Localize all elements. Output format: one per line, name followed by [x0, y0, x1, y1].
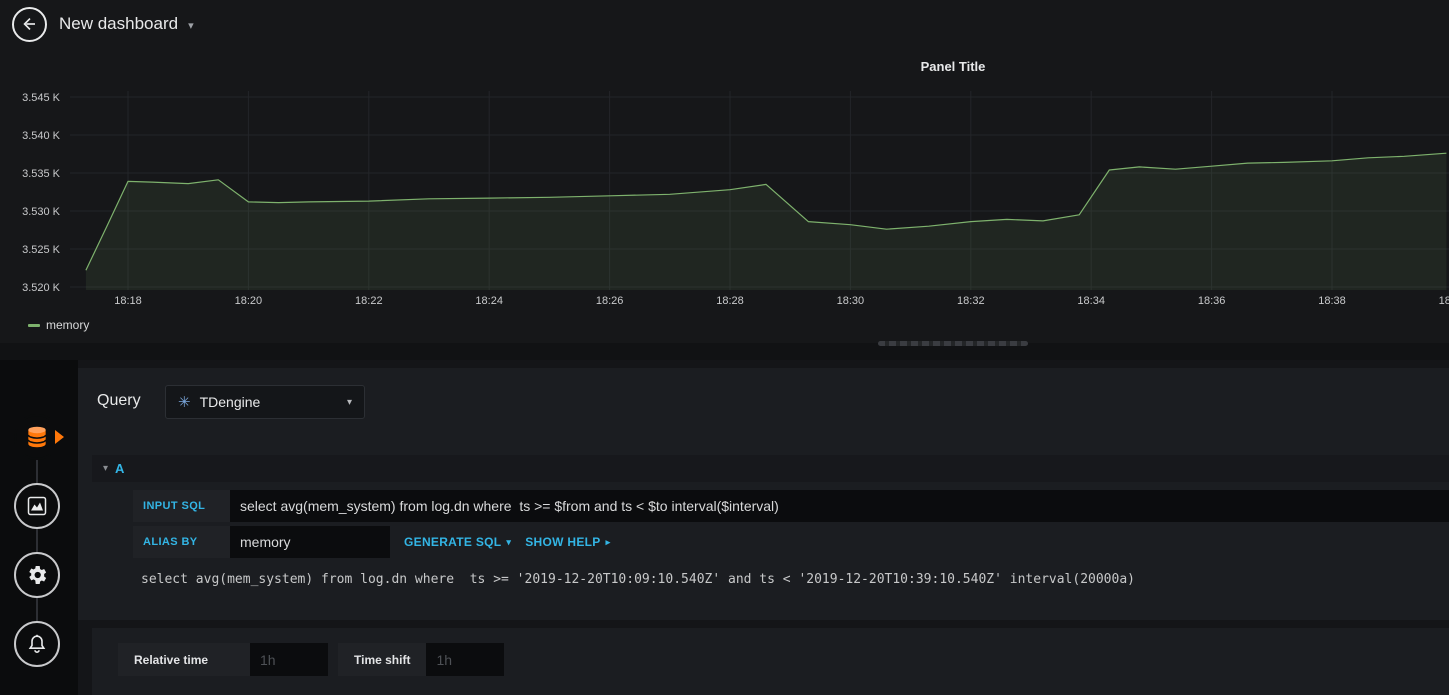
graph-panel: Panel Title 3.545 K 3.540 K 3.535 K 3.530 K… — [0, 48, 1449, 343]
back-button[interactable] — [12, 6, 47, 42]
chart-legend: memory — [28, 318, 89, 332]
svg-text:18:32: 18:32 — [957, 295, 985, 307]
datasource-picker[interactable]: ✳ TDengine ▾ — [165, 385, 365, 419]
svg-text:18:28: 18:28 — [716, 295, 744, 307]
input-sql-field[interactable] — [230, 490, 1449, 522]
query-ref-row[interactable]: ▾ A — [92, 455, 1449, 482]
svg-text:18:26: 18:26 — [596, 295, 624, 307]
svg-text:18:30: 18:30 — [837, 295, 865, 307]
chevron-down-icon: ▾ — [346, 396, 352, 408]
tab-queries[interactable] — [14, 414, 60, 460]
svg-text:18:34: 18:34 — [1077, 295, 1105, 307]
svg-text:3.520 K: 3.520 K — [22, 282, 61, 294]
arrow-left-icon — [22, 17, 35, 31]
dashboard-title[interactable]: New dashboard — [59, 14, 178, 34]
memory-time-series-chart[interactable]: 3.545 K 3.540 K 3.535 K 3.530 K 3.525 K 3.520… — [0, 85, 1449, 320]
svg-text:18:20: 18:20 — [235, 295, 263, 307]
show-help-button[interactable]: SHOW HELP ▸ — [525, 535, 610, 549]
horizontal-scrollbar[interactable] — [878, 341, 1028, 346]
generate-sql-button[interactable]: GENERATE SQL ▾ — [404, 535, 511, 549]
chevron-down-icon[interactable]: ▾ — [188, 16, 194, 32]
legend-label-memory[interactable]: memory — [46, 318, 89, 332]
query-ref-id: A — [115, 461, 125, 476]
datasource-name: TDengine — [199, 394, 261, 410]
svg-text:18:22: 18:22 — [355, 295, 383, 307]
svg-text:3.525 K: 3.525 K — [22, 244, 61, 256]
generate-sql-label: GENERATE SQL — [404, 535, 502, 549]
tdengine-logo-icon: ✳ — [178, 394, 191, 411]
input-sql-label: INPUT SQL — [133, 490, 230, 522]
alias-by-label: ALIAS BY — [133, 526, 230, 558]
relative-time-label: Relative time — [118, 643, 250, 676]
time-options-panel: Relative time Time shift — [92, 628, 1449, 695]
alias-by-field[interactable] — [230, 526, 390, 558]
tab-general[interactable] — [14, 552, 60, 598]
gear-icon — [29, 566, 47, 584]
collapse-caret-icon: ▾ — [103, 463, 109, 474]
generated-sql-text: select avg(mem_system) from log.dn where… — [141, 572, 1135, 587]
database-icon — [27, 426, 47, 448]
svg-text:3.535 K: 3.535 K — [22, 168, 61, 180]
tab-alert[interactable] — [14, 621, 60, 667]
svg-text:18:40: 18:40 — [1439, 295, 1449, 307]
time-options-row: Relative time Time shift — [118, 643, 505, 676]
svg-text:3.530 K: 3.530 K — [22, 206, 61, 218]
alias-by-row: ALIAS BY GENERATE SQL ▾ SHOW HELP ▸ — [133, 526, 1449, 558]
chevron-down-icon: ▾ — [506, 537, 512, 547]
bell-icon — [28, 634, 46, 653]
query-form: INPUT SQL ALIAS BY GENERATE SQL ▾ SHOW H… — [133, 490, 1449, 587]
svg-text:3.545 K: 3.545 K — [22, 92, 61, 104]
time-shift-label: Time shift — [338, 643, 427, 676]
show-help-label: SHOW HELP — [525, 535, 601, 549]
svg-text:3.540 K: 3.540 K — [22, 130, 61, 142]
query-panel: Query ✳ TDengine ▾ ▾ A INPUT SQL select … — [78, 368, 1449, 620]
graph-icon — [27, 496, 47, 516]
svg-text:18:38: 18:38 — [1318, 295, 1346, 307]
tab-visualization[interactable] — [14, 483, 60, 529]
time-shift-input[interactable] — [426, 643, 505, 676]
edit-tab-rail — [0, 360, 78, 695]
panel-edit-area: Query ✳ TDengine ▾ ▾ A INPUT SQL select … — [0, 360, 1449, 695]
panel-title[interactable]: Panel Title — [921, 59, 986, 74]
chevron-right-icon: ▸ — [605, 537, 611, 547]
legend-series-color — [28, 323, 40, 327]
svg-text:18:36: 18:36 — [1198, 295, 1226, 307]
svg-text:18:24: 18:24 — [475, 295, 503, 307]
relative-time-input[interactable] — [250, 643, 328, 676]
input-sql-row: INPUT SQL — [133, 490, 1449, 522]
query-editor-content: Query ✳ TDengine ▾ ▾ A INPUT SQL select … — [78, 360, 1449, 695]
query-section-title: Query — [97, 392, 141, 409]
rail-connector-line — [36, 437, 38, 644]
svg-text:18:18: 18:18 — [114, 295, 142, 307]
topbar: New dashboard ▾ — [0, 0, 1449, 48]
